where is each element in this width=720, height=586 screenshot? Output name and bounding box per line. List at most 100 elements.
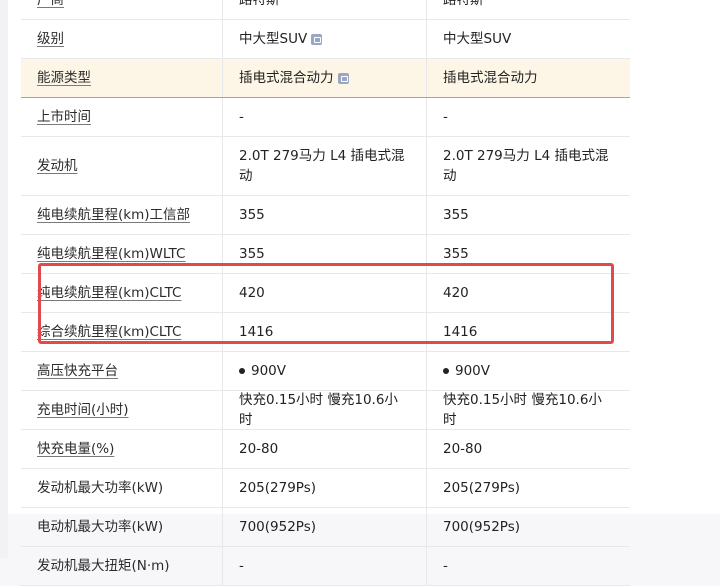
spec-label-cell: 上市时间 — [21, 98, 223, 136]
spec-label-link[interactable]: 高压快充平台 — [37, 361, 118, 381]
spec-value-cell: - — [427, 98, 630, 136]
spec-label-cell: 综合续航里程(km)CLTC — [21, 313, 223, 351]
spec-value-cell: 插电式混合动力 — [427, 59, 630, 97]
spec-value-cell: 900V — [223, 352, 427, 390]
spec-value-wrap: 1416 — [239, 322, 273, 342]
spec-label-cell: 快充电量(%) — [21, 430, 223, 468]
spec-label-cell: 发动机最大功率(kW) — [21, 469, 223, 507]
spec-row: 快充电量(%) 20-80 20-80 — [21, 430, 630, 469]
spec-label-cell: 发动机 — [21, 137, 223, 195]
spec-value: 路特斯 — [239, 0, 280, 8]
spec-value: - — [443, 558, 448, 574]
spec-label-cell: 厂商 — [21, 0, 223, 19]
spec-label-cell: 级别 — [21, 20, 223, 58]
spec-value: 2.0T 279马力 L4 插电式混动 — [239, 148, 405, 184]
spec-value: 中大型SUV — [239, 31, 308, 47]
spec-value-cell: 路特斯 — [223, 0, 427, 19]
spec-value: 355 — [443, 207, 469, 223]
spec-value: 355 — [239, 246, 265, 262]
spec-value-wrap: 355 — [443, 244, 469, 264]
spec-row: 发动机最大扭矩(N·m) - - — [21, 547, 630, 586]
spec-value: 355 — [239, 207, 265, 223]
spec-value: 900V — [251, 363, 287, 379]
spec-label-link[interactable]: 上市时间 — [37, 107, 91, 127]
spec-label-link[interactable]: 纯电续航里程(km)工信部 — [37, 205, 190, 225]
spec-value: 路特斯 — [443, 0, 484, 8]
spec-value-cell: 205(279Ps) — [427, 469, 630, 507]
spec-value-cell: 快充0.15小时 慢充10.6小时 — [427, 391, 630, 429]
spec-row: 高压快充平台 900V 900V — [21, 352, 630, 391]
spec-value-wrap: 355 — [443, 205, 469, 225]
spec-label-link[interactable]: 发动机 — [37, 156, 78, 176]
spec-value: 1416 — [239, 324, 274, 340]
spec-value: 快充0.15小时 慢充10.6小时 — [443, 392, 602, 428]
spec-value-cell: 700(952Ps) — [427, 508, 630, 546]
info-icon[interactable] — [337, 72, 349, 84]
spec-value-wrap: - — [239, 107, 244, 127]
spec-label-link[interactable]: 纯电续航里程(km)CLTC — [37, 283, 181, 303]
spec-value-cell: 20-80 — [223, 430, 427, 468]
spec-value-cell: 快充0.15小时 慢充10.6小时 — [223, 391, 427, 429]
spec-value-cell: 1416 — [223, 313, 427, 351]
spec-label-cell: 电动机最大功率(kW) — [21, 508, 223, 546]
spec-value: - — [239, 558, 244, 574]
info-icon[interactable] — [311, 33, 323, 45]
spec-value-cell: 700(952Ps) — [223, 508, 427, 546]
spec-value-cell: 2.0T 279马力 L4 插电式混动 — [427, 137, 630, 195]
spec-value-wrap: 2.0T 279马力 L4 插电式混动 — [443, 146, 614, 186]
spec-value-wrap: 355 — [239, 205, 265, 225]
spec-value-cell: 900V — [427, 352, 630, 390]
spec-value-wrap: 2.0T 279马力 L4 插电式混动 — [239, 146, 410, 186]
spec-value-wrap: 插电式混合动力 — [443, 68, 538, 88]
spec-value-cell: 插电式混合动力 — [223, 59, 427, 97]
spec-value-wrap: 快充0.15小时 慢充10.6小时 — [443, 390, 614, 430]
spec-value-wrap: 快充0.15小时 慢充10.6小时 — [239, 390, 410, 430]
spec-label-link[interactable]: 快充电量(%) — [37, 439, 114, 459]
spec-value-wrap: 20-80 — [443, 439, 482, 459]
spec-label-link[interactable]: 综合续航里程(km)CLTC — [37, 322, 181, 342]
spec-value-wrap: 355 — [239, 244, 265, 264]
spec-row: 发动机 2.0T 279马力 L4 插电式混动 2.0T 279马力 L4 插电式混… — [21, 137, 630, 196]
spec-value-wrap: 1416 — [443, 322, 477, 342]
spec-value: - — [443, 109, 448, 125]
spec-value-cell: 1416 — [427, 313, 630, 351]
spec-value-cell: 355 — [427, 196, 630, 234]
spec-value: 中大型SUV — [443, 31, 512, 47]
spec-label-cell: 纯电续航里程(km)CLTC — [21, 274, 223, 312]
spec-value-wrap: 420 — [239, 283, 265, 303]
spec-value: 2.0T 279马力 L4 插电式混动 — [443, 148, 609, 184]
spec-value-wrap: 900V — [239, 361, 286, 381]
spec-value-wrap: 中大型SUV — [239, 29, 323, 49]
spec-label: 发动机最大功率(kW) — [37, 480, 164, 496]
spec-row: 能源类型 插电式混合动力 插电式混合动力 — [21, 59, 630, 98]
spec-row: 纯电续航里程(km)CLTC 420 420 — [21, 274, 630, 313]
spec-value-wrap: 插电式混合动力 — [239, 68, 349, 88]
spec-value: 355 — [443, 246, 469, 262]
spec-value-cell: 420 — [427, 274, 630, 312]
spec-comparison-table: 厂商 路特斯 路特斯级别 中大型SUV 中大型SUV 能源类型 插电式混合动力 插电式混合动力… — [21, 0, 630, 586]
spec-label: 发动机最大扭矩(N·m) — [37, 558, 170, 574]
spec-label-link[interactable]: 级别 — [37, 29, 64, 49]
spec-value-wrap: 中大型SUV — [443, 29, 511, 49]
spec-value-cell: - — [223, 547, 427, 585]
spec-value: 205(279Ps) — [443, 480, 521, 496]
spec-label-cell: 发动机最大扭矩(N·m) — [21, 547, 223, 585]
spec-label-link[interactable]: 能源类型 — [37, 68, 91, 88]
spec-value-cell: 20-80 — [427, 430, 630, 468]
spec-value: 1416 — [443, 324, 478, 340]
spec-value-wrap: 420 — [443, 283, 469, 303]
spec-label-cell: 纯电续航里程(km)工信部 — [21, 196, 223, 234]
spec-row: 发动机最大功率(kW) 205(279Ps) 205(279Ps) — [21, 469, 630, 508]
spec-value-cell: 420 — [223, 274, 427, 312]
spec-value-cell: - — [223, 98, 427, 136]
left-gutter — [0, 0, 8, 558]
spec-label-link[interactable]: 厂商 — [37, 0, 64, 10]
spec-label-link[interactable]: 纯电续航里程(km)WLTC — [37, 244, 185, 264]
spec-value-cell: 205(279Ps) — [223, 469, 427, 507]
spec-value: 快充0.15小时 慢充10.6小时 — [239, 392, 398, 428]
spec-value: 700(952Ps) — [443, 519, 521, 535]
spec-value: - — [239, 109, 244, 125]
spec-value: 插电式混合动力 — [239, 70, 334, 86]
spec-label-cell: 充电时间(小时) — [21, 391, 223, 429]
spec-label-link[interactable]: 充电时间(小时) — [37, 400, 129, 420]
